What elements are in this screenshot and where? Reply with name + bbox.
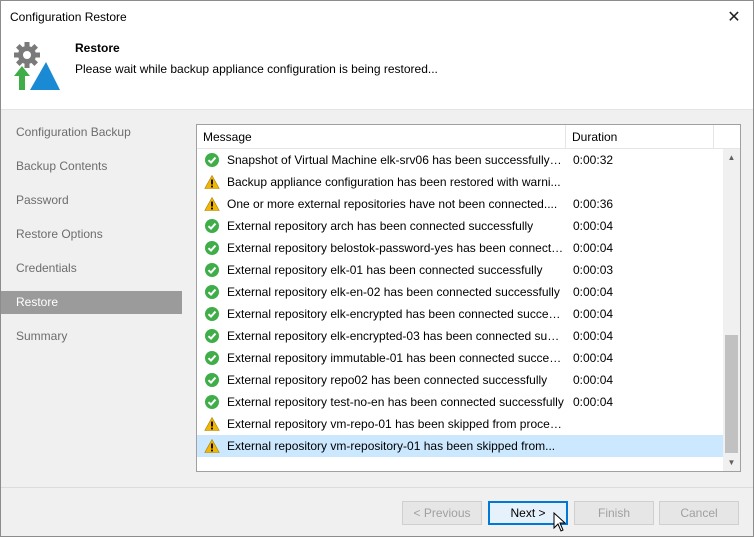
success-check-icon [205,373,219,387]
success-check-icon [205,263,219,277]
log-message: External repository elk-01 has been conn… [227,263,543,277]
log-duration: 0:00:04 [573,395,614,409]
list-header: Message Duration [197,125,740,149]
log-row[interactable]: External repository arch has been connec… [197,215,723,237]
success-check-icon [205,395,219,409]
step-restore[interactable]: Restore [1,291,182,314]
log-row[interactable]: External repository elk-01 has been conn… [197,259,723,281]
log-message: External repository vm-repo-01 has been … [227,417,564,431]
log-message: External repository elk-encrypted-03 has… [227,329,564,343]
cancel-button[interactable]: Cancel [659,501,739,525]
mouse-pointer-icon [553,512,567,532]
log-row[interactable]: Backup appliance configuration has been … [197,171,723,193]
finish-button[interactable]: Finish [574,501,654,525]
success-check-icon [205,351,219,365]
step-backup-contents[interactable]: Backup Contents [1,155,182,178]
window-title: Configuration Restore [10,10,127,24]
log-duration: 0:00:32 [573,153,614,167]
log-duration: 0:00:03 [573,263,614,277]
log-row[interactable]: External repository immutable-01 has bee… [197,347,723,369]
log-message: External repository repo02 has been conn… [227,373,548,387]
log-message: External repository test-no-en has been … [227,395,564,409]
log-duration: 0:00:04 [573,219,614,233]
log-row[interactable]: External repository elk-encrypted has be… [197,303,723,325]
log-duration: 0:00:04 [573,241,614,255]
log-row[interactable]: Snapshot of Virtual Machine elk-srv06 ha… [197,149,723,171]
step-summary[interactable]: Summary [1,325,182,348]
gear-arrow-restore-icon [12,42,60,90]
log-message: External repository arch has been connec… [227,219,534,233]
log-duration: 0:00:04 [573,351,614,365]
success-check-icon [205,219,219,233]
header-title: Restore [75,41,120,55]
step-credentials[interactable]: Credentials [1,257,182,280]
success-check-icon [205,285,219,299]
close-icon[interactable]: ✕ [715,1,753,32]
log-row[interactable]: One or more external repositories have n… [197,193,723,215]
step-configuration-backup[interactable]: Configuration Backup [1,121,182,144]
log-message: External repository elk-en-02 has been c… [227,285,560,299]
log-row[interactable]: External repository vm-repo-01 has been … [197,413,723,435]
column-header-message[interactable]: Message [197,125,566,149]
success-check-icon [205,329,219,343]
scroll-down-icon[interactable]: ▼ [723,454,740,471]
column-header-duration[interactable]: Duration [566,125,714,149]
log-message: External repository elk-encrypted has be… [227,307,564,321]
warning-triangle-icon [204,438,220,453]
wizard-steps-sidebar: Configuration Backup Backup Contents Pas… [1,111,182,487]
log-row[interactable]: External repository elk-en-02 has been c… [197,281,723,303]
warning-triangle-icon [204,196,220,211]
restore-log-list[interactable]: Message Duration Snapshot of Virtual Mac… [196,124,741,472]
warning-triangle-icon [204,416,220,431]
log-row[interactable]: External repository test-no-en has been … [197,391,723,413]
log-row[interactable]: External repository belostok-password-ye… [197,237,723,259]
step-restore-options[interactable]: Restore Options [1,223,182,246]
log-row[interactable]: External repository repo02 has been conn… [197,369,723,391]
wizard-footer: < Previous Next > Finish Cancel [1,487,753,536]
header-subtitle: Please wait while backup appliance confi… [75,62,438,76]
log-message: One or more external repositories have n… [227,197,558,211]
scroll-up-icon[interactable]: ▲ [723,149,740,166]
step-password[interactable]: Password [1,189,182,212]
success-check-icon [205,153,219,167]
log-duration: 0:00:04 [573,285,614,299]
log-duration: 0:00:36 [573,197,614,211]
success-check-icon [205,307,219,321]
vertical-scrollbar[interactable]: ▲ ▼ [723,149,740,471]
configuration-restore-window: Configuration Restore ✕ Restore Please w… [0,0,754,537]
success-check-icon [205,241,219,255]
warning-triangle-icon [204,174,220,189]
scroll-thumb[interactable] [725,335,738,453]
title-bar: Configuration Restore ✕ [1,1,753,32]
log-duration: 0:00:04 [573,307,614,321]
log-rows: Snapshot of Virtual Machine elk-srv06 ha… [197,149,723,457]
log-message: Snapshot of Virtual Machine elk-srv06 ha… [227,153,564,167]
previous-button[interactable]: < Previous [402,501,482,525]
log-message: External repository vm-repository-01 has… [227,439,556,453]
log-row[interactable]: External repository elk-encrypted-03 has… [197,325,723,347]
log-message: External repository immutable-01 has bee… [227,351,564,365]
log-row[interactable]: External repository vm-repository-01 has… [197,435,723,457]
wizard-header: Restore Please wait while backup applian… [1,32,753,110]
log-duration: 0:00:04 [573,373,614,387]
log-duration: 0:00:04 [573,329,614,343]
log-message: Backup appliance configuration has been … [227,175,561,189]
log-message: External repository belostok-password-ye… [227,241,564,255]
